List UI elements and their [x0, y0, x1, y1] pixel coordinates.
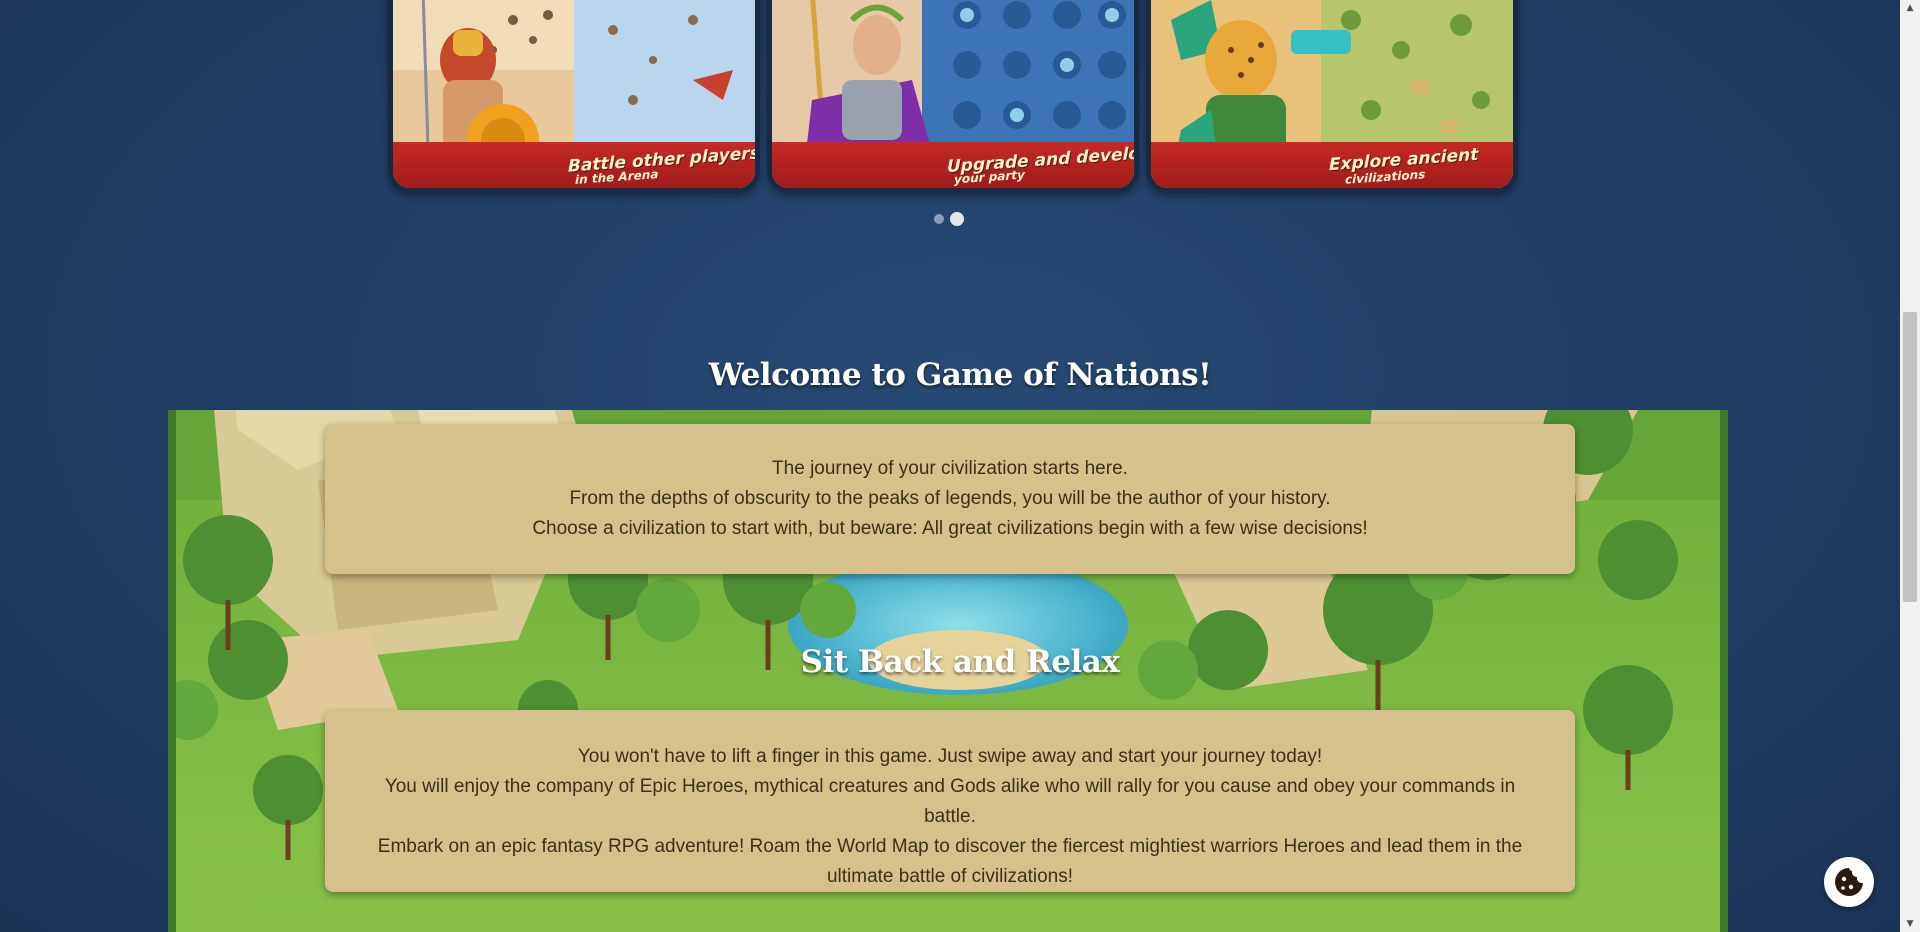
welcome-line-3: Choose a civilization to start with, but… — [532, 518, 1368, 539]
relax-title: Sit Back and Relax — [800, 644, 1120, 680]
screenshots-carousel: Battle other players in the Arena Upgrad… — [0, 0, 1920, 230]
carousel-card-arena[interactable]: Battle other players in the Arena — [388, 0, 760, 193]
carousel-card-party[interactable]: Upgrade and develop your party — [767, 0, 1139, 193]
scroll-up-arrow-icon[interactable]: ▲ — [1900, 0, 1920, 16]
welcome-panel: The journey of your civilization starts … — [325, 424, 1575, 574]
welcome-line-2: From the depths of obscurity to the peak… — [569, 488, 1331, 509]
welcome-line-1: The journey of your civilization starts … — [772, 458, 1128, 479]
carousel-dot-1[interactable] — [934, 214, 944, 224]
relax-line-1: You won't have to lift a finger in this … — [577, 746, 1323, 767]
carousel-pagination — [934, 212, 964, 226]
relax-panel: You won't have to lift a finger in this … — [325, 710, 1575, 892]
welcome-title: Welcome to Game of Nations! — [708, 357, 1212, 393]
page-scrollbar[interactable]: ▲ ▼ — [1900, 0, 1920, 932]
relax-line-3: Embark on an epic fantasy RPG adventure!… — [377, 836, 1523, 887]
carousel-dot-2[interactable] — [950, 212, 964, 226]
carousel-card-explore[interactable]: Explore ancient civilizations — [1146, 0, 1518, 193]
relax-line-2: You will enjoy the company of Epic Heroe… — [384, 776, 1516, 827]
cookie-icon — [1835, 868, 1863, 896]
scroll-down-arrow-icon[interactable]: ▼ — [1900, 916, 1920, 932]
scroll-thumb[interactable] — [1903, 312, 1917, 602]
cookie-settings-button[interactable] — [1824, 857, 1874, 907]
